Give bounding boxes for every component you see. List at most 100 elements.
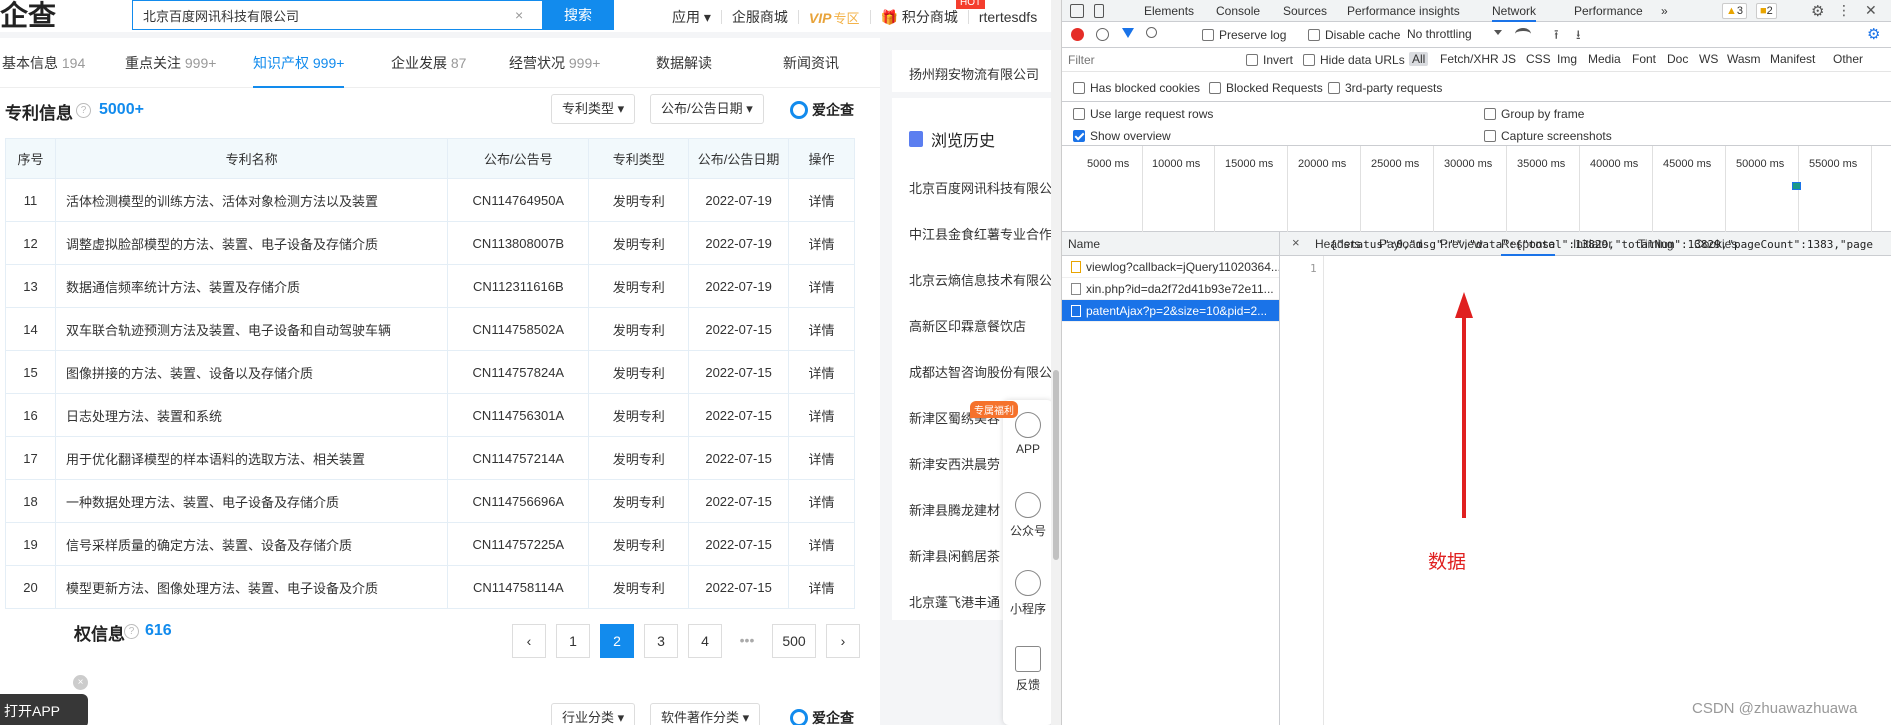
float-feedback-button[interactable]: 反馈 (1003, 646, 1053, 693)
third-party-checkbox[interactable]: 3rd-party requests (1328, 81, 1442, 95)
tab-network[interactable]: Network (1492, 0, 1537, 22)
history-item[interactable]: 新津县闲鹤居茶 (909, 546, 1000, 565)
tab-development[interactable]: 企业发展 87 (391, 38, 466, 88)
type-css[interactable]: CSS (1526, 52, 1551, 66)
name-column-header[interactable]: Name (1062, 232, 1279, 256)
help-icon[interactable]: ? (76, 103, 91, 118)
invert-checkbox[interactable]: Invert (1246, 53, 1293, 67)
scrollbar-thumb[interactable] (1053, 370, 1059, 560)
filter-icon[interactable] (1122, 28, 1134, 38)
page-next-button[interactable]: › (826, 624, 860, 658)
nav-enterprise-mall[interactable]: 企服商城 (732, 7, 788, 27)
history-item[interactable]: 中江县金食红薯专业合作 (909, 224, 1052, 243)
close-icon[interactable]: × (73, 675, 88, 690)
blocked-cookies-checkbox[interactable]: Has blocked cookies (1073, 81, 1200, 95)
clear-icon[interactable] (1096, 28, 1109, 41)
history-item[interactable]: 新津县腾龙建材 (909, 500, 1000, 519)
type-media[interactable]: Media (1588, 52, 1621, 66)
search-icon[interactable] (1146, 27, 1157, 38)
disable-cache-checkbox[interactable]: Disable cache (1308, 28, 1400, 42)
throttling-select[interactable]: No throttling (1407, 27, 1472, 41)
type-doc[interactable]: Doc (1667, 52, 1688, 66)
export-har-icon[interactable]: ⭳ (1576, 26, 1581, 48)
tab-operation[interactable]: 经营状况 999+ (509, 38, 600, 88)
type-other[interactable]: Other (1833, 52, 1863, 66)
side-company-link[interactable]: 扬州翔安物流有限公司 (909, 64, 1039, 83)
tab-intellectual-property[interactable]: 知识产权 999+ (253, 38, 345, 88)
float-official-account-button[interactable]: 公众号 (1003, 492, 1053, 539)
nav-points-mall[interactable]: 🎁 积分商城 (881, 7, 958, 27)
detail-link[interactable]: 详情 (788, 264, 855, 308)
page-button[interactable]: 1 (556, 624, 590, 658)
detail-link[interactable]: 详情 (788, 436, 855, 480)
detail-link[interactable]: 详情 (788, 479, 855, 523)
help-icon[interactable]: ? (124, 624, 139, 639)
detail-link[interactable]: 详情 (788, 178, 855, 222)
search-button[interactable]: 搜索 (542, 0, 614, 30)
tab-sources[interactable]: Sources (1283, 0, 1327, 22)
tab-console[interactable]: Console (1216, 0, 1260, 22)
tab-basic-info[interactable]: 基本信息 194 (2, 38, 85, 88)
tab-data-insight[interactable]: 数据解读 (656, 38, 712, 88)
show-overview-checkbox[interactable]: Show overview (1073, 129, 1171, 143)
detail-link[interactable]: 详情 (788, 522, 855, 566)
search-box[interactable] (132, 0, 542, 30)
page-prev-button[interactable]: ‹ (512, 624, 546, 658)
search-clear-icon[interactable]: × (515, 7, 523, 23)
hide-data-urls-checkbox[interactable]: Hide data URLs (1303, 53, 1405, 67)
detail-link[interactable]: 详情 (788, 565, 855, 609)
large-rows-checkbox[interactable]: Use large request rows (1073, 107, 1213, 121)
patent-type-filter[interactable]: 专利类型 ▾ (551, 94, 636, 124)
page-scrollbar[interactable] (1051, 0, 1061, 725)
site-logo[interactable]: 企查 (0, 0, 56, 34)
history-item[interactable]: 成都达智咨询股份有限公 (909, 362, 1052, 381)
tab-performance[interactable]: Performance (1574, 0, 1643, 22)
request-row[interactable]: xin.php?id=da2f72d41b93e72e11... (1062, 278, 1279, 300)
page-button-last[interactable]: 500 (772, 624, 816, 658)
type-all[interactable]: All (1409, 52, 1429, 66)
type-ws[interactable]: WS (1699, 52, 1718, 66)
import-har-icon[interactable]: ⭱ (1554, 26, 1559, 48)
settings-gear-icon[interactable]: ⚙ (1811, 2, 1824, 20)
history-item[interactable]: 北京蓬飞港丰通 (909, 592, 1000, 611)
nav-user[interactable]: rtertesdfs (979, 9, 1037, 25)
blocked-requests-checkbox[interactable]: Blocked Requests (1209, 81, 1323, 95)
publish-date-filter[interactable]: 公布/公告日期 ▾ (650, 94, 764, 124)
preserve-log-checkbox[interactable]: Preserve log (1202, 28, 1286, 42)
detail-link[interactable]: 详情 (788, 393, 855, 437)
request-row-selected[interactable]: patentAjax?p=2&size=10&pid=2... (1062, 300, 1279, 322)
kebab-menu-icon[interactable]: ⋮ (1837, 2, 1851, 19)
tab-more[interactable]: » (1661, 0, 1668, 22)
history-item[interactable]: 新津安西洪晨劳 (909, 454, 1000, 473)
network-conditions-icon[interactable] (1515, 28, 1531, 40)
tab-key-focus[interactable]: 重点关注 999+ (125, 38, 216, 88)
open-app-button[interactable]: 打开APP (0, 694, 88, 725)
software-category-filter[interactable]: 软件著作分类 ▾ (650, 703, 761, 725)
page-button-current[interactable]: 2 (600, 624, 634, 658)
nav-vip[interactable]: VIP 专区 (809, 8, 860, 27)
history-item[interactable]: 北京百度网讯科技有限公 (909, 178, 1052, 197)
warnings-badge[interactable]: ▲3 (1722, 3, 1748, 19)
detail-link[interactable]: 详情 (788, 350, 855, 394)
type-js[interactable]: JS (1502, 52, 1516, 66)
record-icon[interactable] (1071, 28, 1084, 41)
nav-app[interactable]: 应用 ▾ (672, 7, 711, 27)
type-fetch-xhr[interactable]: Fetch/XHR (1440, 52, 1499, 66)
inspect-icon[interactable] (1070, 4, 1084, 18)
group-by-frame-checkbox[interactable]: Group by frame (1484, 107, 1584, 121)
history-item[interactable]: 北京云熵信息技术有限公 (909, 270, 1052, 289)
detail-link[interactable]: 详情 (788, 307, 855, 351)
capture-screenshots-checkbox[interactable]: Capture screenshots (1484, 129, 1612, 143)
tab-news[interactable]: 新闻资讯 (783, 38, 839, 88)
page-button[interactable]: 3 (644, 624, 678, 658)
tab-performance-insights[interactable]: Performance insights (1347, 0, 1460, 22)
page-button[interactable]: 4 (688, 624, 722, 658)
detail-link[interactable]: 详情 (788, 221, 855, 265)
history-item[interactable]: 高新区印霖意餐饮店 (909, 316, 1026, 335)
filter-input[interactable] (1068, 51, 1228, 69)
type-wasm[interactable]: Wasm (1727, 52, 1761, 66)
request-row[interactable]: viewlog?callback=jQuery11020364... (1062, 256, 1279, 278)
float-app-button[interactable]: APP (1003, 412, 1053, 456)
float-mini-program-button[interactable]: 小程序 (1003, 570, 1053, 617)
industry-filter[interactable]: 行业分类 ▾ (551, 703, 636, 725)
